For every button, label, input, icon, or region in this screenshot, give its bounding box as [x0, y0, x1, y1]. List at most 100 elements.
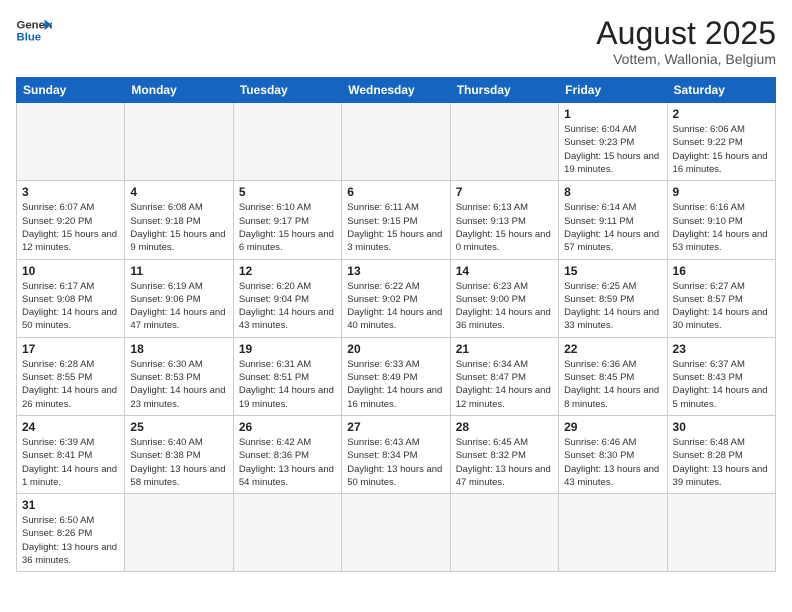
table-row: [450, 103, 558, 181]
header-saturday: Saturday: [667, 78, 775, 103]
day-number: 31: [22, 498, 119, 512]
day-info: Sunrise: 6:37 AM Sunset: 8:43 PM Dayligh…: [673, 358, 770, 411]
table-row: 5 Sunrise: 6:10 AM Sunset: 9:17 PM Daylig…: [233, 181, 341, 259]
table-row: 19Sunrise: 6:31 AM Sunset: 8:51 PM Dayli…: [233, 337, 341, 415]
day-info: Sunrise: 6:33 AM Sunset: 8:49 PM Dayligh…: [347, 358, 444, 411]
day-info: Sunrise: 6:04 AM Sunset: 9:23 PM Dayligh…: [564, 123, 661, 176]
day-info: Sunrise: 6:22 AM Sunset: 9:02 PM Dayligh…: [347, 280, 444, 333]
day-info: Sunrise: 6:17 AM Sunset: 9:08 PM Dayligh…: [22, 280, 119, 333]
calendar-table: Sunday Monday Tuesday Wednesday Thursday…: [16, 77, 776, 572]
day-info: Sunrise: 6:19 AM Sunset: 9:06 PM Dayligh…: [130, 280, 227, 333]
day-info: Sunrise: 6:25 AM Sunset: 8:59 PM Dayligh…: [564, 280, 661, 333]
table-row: [667, 494, 775, 572]
day-number: 18: [130, 342, 227, 356]
day-info: Sunrise: 6:50 AM Sunset: 8:26 PM Dayligh…: [22, 514, 119, 567]
table-row: 10 Sunrise: 6:17 AM Sunset: 9:08 PM Dayli…: [17, 259, 125, 337]
day-number: 5: [239, 185, 336, 199]
table-row: 15 Sunrise: 6:25 AM Sunset: 8:59 PM Dayli…: [559, 259, 667, 337]
day-number: 1: [564, 107, 661, 121]
table-row: [233, 103, 341, 181]
svg-text:Blue: Blue: [17, 32, 42, 44]
header-wednesday: Wednesday: [342, 78, 450, 103]
day-info: Sunrise: 6:48 AM Sunset: 8:28 PM Dayligh…: [673, 436, 770, 489]
day-number: 29: [564, 420, 661, 434]
day-number: 4: [130, 185, 227, 199]
title-block: August 2025 Vottem, Wallonia, Belgium: [596, 16, 776, 67]
table-row: 6 Sunrise: 6:11 AM Sunset: 9:15 PM Daylig…: [342, 181, 450, 259]
table-row: 14 Sunrise: 6:23 AM Sunset: 9:00 PM Dayli…: [450, 259, 558, 337]
day-info: Sunrise: 6:39 AM Sunset: 8:41 PM Dayligh…: [22, 436, 119, 489]
day-info: Sunrise: 6:13 AM Sunset: 9:13 PM Dayligh…: [456, 201, 553, 254]
day-number: 10: [22, 264, 119, 278]
table-row: 9Sunrise: 6:16 AM Sunset: 9:10 PM Daylig…: [667, 181, 775, 259]
table-row: 23 Sunrise: 6:37 AM Sunset: 8:43 PM Dayli…: [667, 337, 775, 415]
table-row: [342, 494, 450, 572]
day-info: Sunrise: 6:30 AM Sunset: 8:53 PM Dayligh…: [130, 358, 227, 411]
table-row: [125, 494, 233, 572]
day-number: 8: [564, 185, 661, 199]
day-number: 23: [673, 342, 770, 356]
day-number: 28: [456, 420, 553, 434]
table-row: 12Sunrise: 6:20 AM Sunset: 9:04 PM Dayli…: [233, 259, 341, 337]
day-info: Sunrise: 6:27 AM Sunset: 8:57 PM Dayligh…: [673, 280, 770, 333]
table-row: 21Sunrise: 6:34 AM Sunset: 8:47 PM Dayli…: [450, 337, 558, 415]
day-info: Sunrise: 6:10 AM Sunset: 9:17 PM Dayligh…: [239, 201, 336, 254]
table-row: 8Sunrise: 6:14 AM Sunset: 9:11 PM Daylig…: [559, 181, 667, 259]
table-row: 16 Sunrise: 6:27 AM Sunset: 8:57 PM Dayli…: [667, 259, 775, 337]
table-row: [342, 103, 450, 181]
table-row: 30 Sunrise: 6:48 AM Sunset: 8:28 PM Dayli…: [667, 415, 775, 493]
day-number: 16: [673, 264, 770, 278]
table-row: 25Sunrise: 6:40 AM Sunset: 8:38 PM Dayli…: [125, 415, 233, 493]
table-row: 11 Sunrise: 6:19 AM Sunset: 9:06 PM Dayli…: [125, 259, 233, 337]
day-number: 20: [347, 342, 444, 356]
day-number: 14: [456, 264, 553, 278]
calendar-title: August 2025: [596, 16, 776, 51]
day-number: 21: [456, 342, 553, 356]
table-row: 17 Sunrise: 6:28 AM Sunset: 8:55 PM Dayli…: [17, 337, 125, 415]
table-row: [233, 494, 341, 572]
day-number: 11: [130, 264, 227, 278]
day-number: 3: [22, 185, 119, 199]
table-row: 1 Sunrise: 6:04 AM Sunset: 9:23 PM Daylig…: [559, 103, 667, 181]
day-info: Sunrise: 6:06 AM Sunset: 9:22 PM Dayligh…: [673, 123, 770, 176]
weekday-header-row: Sunday Monday Tuesday Wednesday Thursday…: [17, 78, 776, 103]
day-info: Sunrise: 6:11 AM Sunset: 9:15 PM Dayligh…: [347, 201, 444, 254]
header-friday: Friday: [559, 78, 667, 103]
table-row: [17, 103, 125, 181]
day-number: 24: [22, 420, 119, 434]
day-info: Sunrise: 6:08 AM Sunset: 9:18 PM Dayligh…: [130, 201, 227, 254]
table-row: 22Sunrise: 6:36 AM Sunset: 8:45 PM Dayli…: [559, 337, 667, 415]
table-row: [125, 103, 233, 181]
table-row: 7 Sunrise: 6:13 AM Sunset: 9:13 PM Daylig…: [450, 181, 558, 259]
day-info: Sunrise: 6:42 AM Sunset: 8:36 PM Dayligh…: [239, 436, 336, 489]
table-row: 13 Sunrise: 6:22 AM Sunset: 9:02 PM Dayli…: [342, 259, 450, 337]
day-number: 19: [239, 342, 336, 356]
day-number: 7: [456, 185, 553, 199]
table-row: 28Sunrise: 6:45 AM Sunset: 8:32 PM Dayli…: [450, 415, 558, 493]
header-monday: Monday: [125, 78, 233, 103]
header-tuesday: Tuesday: [233, 78, 341, 103]
header: General Blue August 2025 Vottem, Walloni…: [16, 16, 776, 67]
table-row: 27Sunrise: 6:43 AM Sunset: 8:34 PM Dayli…: [342, 415, 450, 493]
day-info: Sunrise: 6:43 AM Sunset: 8:34 PM Dayligh…: [347, 436, 444, 489]
table-row: 31 Sunrise: 6:50 AM Sunset: 8:26 PM Dayli…: [17, 494, 125, 572]
table-row: 20 Sunrise: 6:33 AM Sunset: 8:49 PM Dayli…: [342, 337, 450, 415]
day-info: Sunrise: 6:23 AM Sunset: 9:00 PM Dayligh…: [456, 280, 553, 333]
table-row: 2 Sunrise: 6:06 AM Sunset: 9:22 PM Daylig…: [667, 103, 775, 181]
day-number: 15: [564, 264, 661, 278]
day-info: Sunrise: 6:46 AM Sunset: 8:30 PM Dayligh…: [564, 436, 661, 489]
table-row: [559, 494, 667, 572]
day-number: 30: [673, 420, 770, 434]
day-number: 6: [347, 185, 444, 199]
day-info: Sunrise: 6:28 AM Sunset: 8:55 PM Dayligh…: [22, 358, 119, 411]
table-row: 26Sunrise: 6:42 AM Sunset: 8:36 PM Dayli…: [233, 415, 341, 493]
table-row: 29 Sunrise: 6:46 AM Sunset: 8:30 PM Dayli…: [559, 415, 667, 493]
generalblue-logo-icon: General Blue: [16, 16, 52, 44]
calendar-subtitle: Vottem, Wallonia, Belgium: [596, 51, 776, 67]
day-number: 2: [673, 107, 770, 121]
day-number: 17: [22, 342, 119, 356]
day-info: Sunrise: 6:20 AM Sunset: 9:04 PM Dayligh…: [239, 280, 336, 333]
day-info: Sunrise: 6:16 AM Sunset: 9:10 PM Dayligh…: [673, 201, 770, 254]
day-number: 13: [347, 264, 444, 278]
day-info: Sunrise: 6:07 AM Sunset: 9:20 PM Dayligh…: [22, 201, 119, 254]
